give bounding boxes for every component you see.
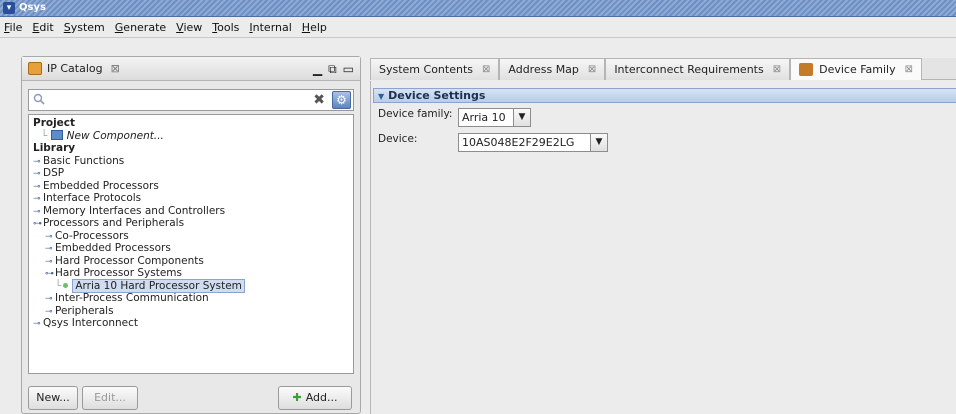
close-icon: ⊠ bbox=[587, 64, 597, 75]
device-family-icon bbox=[799, 63, 814, 76]
tab-interconnect-requirements[interactable]: Interconnect Requirements ⊠ bbox=[605, 58, 791, 80]
tree-item-embedded-processors-sub[interactable]: ⊸ Embedded Processors bbox=[33, 242, 349, 255]
maximize-icon[interactable]: ▭ bbox=[343, 62, 354, 77]
component-icon bbox=[50, 129, 63, 140]
menu-system[interactable]: System bbox=[64, 21, 105, 34]
tree-item-hard-processor-systems[interactable]: ⊶Hard Processor Systems bbox=[33, 267, 349, 280]
menu-tools[interactable]: Tools bbox=[212, 21, 239, 34]
edit-button[interactable]: Edit... bbox=[82, 386, 138, 410]
panel-window-controls: ▁ ⧉ ▭ bbox=[313, 62, 354, 77]
menu-bar: File Edit System Generate View Tools Int… bbox=[0, 18, 956, 38]
tree-item-embedded-processors[interactable]: ⊸ Embedded Processors bbox=[33, 180, 349, 193]
add-button[interactable]: ✚ Add... bbox=[278, 386, 352, 410]
close-tab-icon[interactable]: ⊠ bbox=[111, 62, 120, 75]
tree-item-memory-interfaces[interactable]: ⊸ Memory Interfaces and Controllers bbox=[33, 205, 349, 218]
tree-item-hard-processor-components[interactable]: ⊸ Hard Processor Components bbox=[33, 255, 349, 268]
detach-icon[interactable]: ⧉ bbox=[328, 62, 337, 77]
tree-header-project: Project bbox=[33, 117, 76, 129]
chevron-down-icon: ▼ bbox=[590, 134, 607, 151]
tree-header-library: Library bbox=[33, 142, 76, 154]
menu-help[interactable]: Help bbox=[302, 21, 327, 34]
tree-item-qsys-interconnect[interactable]: ⊸ Qsys Interconnect bbox=[33, 317, 349, 330]
tree-item-peripherals[interactable]: ⊸ Peripherals bbox=[33, 305, 349, 318]
close-icon: ⊠ bbox=[482, 64, 491, 75]
tree-item-dsp[interactable]: ⊸ DSP bbox=[33, 167, 349, 180]
ip-status-icon bbox=[63, 282, 69, 288]
search-icon bbox=[33, 93, 45, 105]
device-settings-header[interactable]: ▼ Device Settings bbox=[373, 88, 956, 103]
tree-item-basic-functions[interactable]: ⊸ Basic Functions bbox=[33, 155, 349, 168]
close-icon: ⊠ bbox=[904, 64, 914, 75]
device-select[interactable]: 10AS048E2F29E2LG ▼ bbox=[458, 133, 608, 152]
window-menu-icon[interactable]: ▾ bbox=[3, 2, 15, 14]
close-icon: ⊠ bbox=[772, 64, 782, 75]
menu-edit[interactable]: Edit bbox=[32, 21, 53, 34]
editor-tabs: System Contents ⊠ Address Map ⊠ Interconne… bbox=[370, 58, 956, 80]
chevron-down-icon: ▼ bbox=[513, 109, 530, 126]
tab-system-contents[interactable]: System Contents ⊠ bbox=[370, 58, 500, 80]
ip-catalog-tree: Project └ New Component... Library ⊸ Basi… bbox=[28, 114, 354, 374]
menu-file[interactable]: File bbox=[4, 21, 22, 34]
tab-address-map[interactable]: Address Map ⊠ bbox=[499, 58, 606, 80]
device-family-select[interactable]: Arria 10 ▼ bbox=[458, 108, 531, 127]
menu-generate[interactable]: Generate bbox=[115, 21, 166, 34]
new-button[interactable]: New... bbox=[28, 386, 78, 410]
device-family-label: Device family: bbox=[378, 108, 453, 120]
tree-item-new-component[interactable]: └ New Component... bbox=[33, 129, 349, 143]
ip-search-input[interactable]: ✖ ⚙ bbox=[28, 89, 354, 111]
catalog-icon bbox=[28, 62, 42, 75]
tab-device-family[interactable]: Device Family ⊠ bbox=[790, 58, 923, 80]
device-label: Device: bbox=[378, 133, 418, 145]
device-family-content: ▼ Device Settings Device family: Arria 10… bbox=[370, 81, 956, 414]
tree-item-interface-protocols[interactable]: ⊸ Interface Protocols bbox=[33, 192, 349, 205]
expand-icon: ⊸ bbox=[33, 319, 41, 329]
menu-internal[interactable]: Internal bbox=[249, 21, 291, 34]
ip-catalog-panel: IP Catalog ⊠ ▁ ⧉ ▭ ✖ ⚙ Project └ New Com… bbox=[21, 56, 361, 414]
window-titlebar: ▾ Qsys bbox=[0, 0, 956, 17]
gear-icon[interactable]: ⚙ bbox=[332, 91, 351, 109]
ip-catalog-header: IP Catalog ⊠ ▁ ⧉ ▭ bbox=[22, 57, 360, 81]
tree-item-processors-peripherals[interactable]: ⊶Processors and Peripherals bbox=[33, 217, 349, 230]
minimize-icon[interactable]: ▁ bbox=[313, 62, 322, 77]
tree-item-co-processors[interactable]: ⊸ Co-Processors bbox=[33, 230, 349, 243]
tree-item-inter-process[interactable]: ⊸ Inter-Process Communication bbox=[33, 292, 349, 305]
menu-view[interactable]: View bbox=[176, 21, 202, 34]
ip-catalog-title: IP Catalog bbox=[47, 62, 103, 75]
collapse-icon: ▼ bbox=[378, 92, 385, 101]
clear-icon[interactable]: ✖ bbox=[313, 92, 325, 108]
tree-item-arria10-hps[interactable]: └ Arria 10 Hard Processor System bbox=[33, 278, 349, 293]
window-title: Qsys bbox=[19, 2, 46, 13]
add-icon: ✚ bbox=[292, 391, 302, 404]
